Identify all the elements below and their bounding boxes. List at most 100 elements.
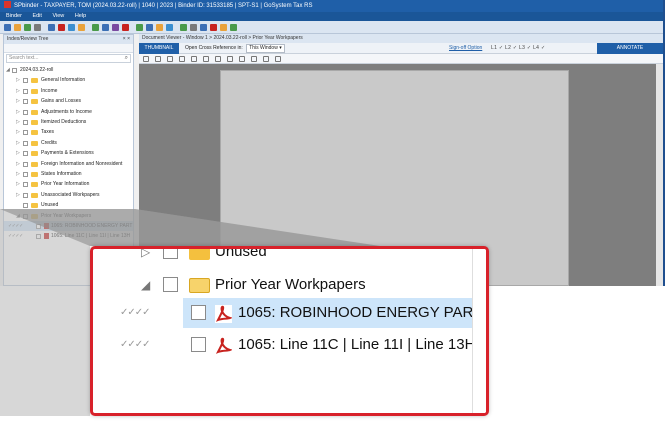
- checkbox[interactable]: [23, 140, 28, 146]
- excel-icon[interactable]: [92, 24, 99, 31]
- menu-help[interactable]: Help: [75, 13, 86, 19]
- check-icon[interactable]: [230, 24, 237, 31]
- pdf-icon[interactable]: [58, 24, 65, 31]
- checkbox[interactable]: [23, 172, 28, 177]
- note-icon[interactable]: [156, 24, 163, 31]
- collapse-chevron-icon[interactable]: ◢: [6, 65, 11, 75]
- menu-binder[interactable]: Binder: [6, 13, 22, 19]
- zoom-document-row[interactable]: ✓✓✓✓ 1065: ROBINHOOD ENERGY PART: [93, 298, 486, 328]
- panel-close-icon[interactable]: × ×: [123, 35, 130, 44]
- checkbox[interactable]: [23, 120, 28, 125]
- tree-folder-row[interactable]: ▷ Taxes: [4, 127, 133, 137]
- folder-icon: [31, 99, 38, 105]
- zoom-callout: ▷ Unused ◢ Prior Year Workpapers ✓✓✓✓ 1065: R…: [90, 246, 489, 416]
- menu-view[interactable]: View: [52, 13, 64, 19]
- tree-search-input[interactable]: Search text... ⌕: [6, 54, 131, 63]
- checkbox[interactable]: [12, 68, 17, 73]
- thumbnail-tab[interactable]: THUMBNAIL: [139, 43, 179, 54]
- tree-folder-row[interactable]: ▷ States Information: [4, 169, 133, 179]
- save-icon[interactable]: [4, 24, 11, 31]
- hand-tool-icon[interactable]: [239, 56, 245, 62]
- menu-edit[interactable]: Edit: [32, 13, 41, 19]
- expand-chevron-icon[interactable]: ▷: [16, 107, 21, 117]
- last-page-icon[interactable]: [227, 56, 233, 62]
- checkbox[interactable]: [23, 151, 28, 157]
- info-icon[interactable]: [275, 56, 281, 62]
- tree-folder-row[interactable]: ▷ Payments & Extensions: [4, 148, 133, 158]
- expanded-chevron-icon[interactable]: ◢: [141, 270, 150, 300]
- signoff-icon[interactable]: [136, 24, 143, 31]
- prev-page-icon[interactable]: [203, 56, 209, 62]
- zoom-folder-row[interactable]: ◢ Prior Year Workpapers: [93, 270, 486, 300]
- tree-folder-row[interactable]: ▷ General Information: [4, 75, 133, 85]
- checkbox[interactable]: [191, 305, 206, 320]
- expand-chevron-icon[interactable]: ▷: [16, 179, 21, 189]
- checkbox[interactable]: [23, 161, 28, 167]
- first-page-icon[interactable]: [191, 56, 197, 62]
- expand-chevron-icon[interactable]: ▷: [16, 117, 21, 127]
- fit-page-icon[interactable]: [143, 56, 149, 62]
- checkbox[interactable]: [23, 88, 28, 94]
- tree-folder-row[interactable]: ▷ Itemized Deductions: [4, 117, 133, 127]
- review-icon[interactable]: [146, 24, 153, 31]
- checkbox[interactable]: [163, 249, 178, 259]
- rotate-icon[interactable]: [179, 56, 185, 62]
- checkbox[interactable]: [23, 182, 28, 188]
- expand-chevron-icon[interactable]: ▷: [141, 249, 150, 267]
- flag-icon[interactable]: [210, 24, 217, 31]
- search-icon[interactable]: [166, 24, 173, 31]
- zoom-in-icon[interactable]: [155, 56, 161, 62]
- print-icon[interactable]: [34, 24, 41, 31]
- folder-icon[interactable]: [78, 24, 85, 31]
- checkbox[interactable]: [23, 78, 28, 84]
- tree-folder-row[interactable]: ▷ Income: [4, 86, 133, 96]
- link-icon[interactable]: [200, 24, 207, 31]
- copy-icon[interactable]: [48, 24, 55, 31]
- expand-chevron-icon[interactable]: ▷: [16, 190, 21, 200]
- scan-icon[interactable]: [112, 24, 119, 31]
- open-icon[interactable]: [14, 24, 21, 31]
- expand-chevron-icon[interactable]: ▷: [16, 127, 21, 137]
- search-icon[interactable]: ⌕: [125, 55, 128, 62]
- expand-chevron-icon[interactable]: ▷: [16, 75, 21, 85]
- tree-folder-row[interactable]: ▷ Prior Year Information: [4, 179, 133, 189]
- word-icon[interactable]: [102, 24, 109, 31]
- cross-ref-select[interactable]: This Window ▾: [246, 44, 285, 53]
- refresh-icon[interactable]: [24, 24, 31, 31]
- delete-icon[interactable]: [122, 24, 129, 31]
- expand-chevron-icon[interactable]: ▷: [16, 86, 21, 96]
- expand-chevron-icon[interactable]: ▷: [16, 148, 21, 158]
- expand-chevron-icon[interactable]: ▷: [16, 138, 21, 148]
- expand-chevron-icon[interactable]: ▷: [16, 169, 21, 179]
- cross-ref-control: Open Cross Reference in: This Window ▾: [185, 43, 285, 54]
- signoff-levels[interactable]: L1 ✓ L2 ✓ L3 ✓ L4 ✓: [491, 43, 545, 54]
- tree-root-row[interactable]: ◢ 2024.03.22-roll: [4, 65, 133, 75]
- tree-folder-row[interactable]: ▷ Gains and Losses: [4, 96, 133, 106]
- checkbox[interactable]: [163, 277, 178, 292]
- settings-icon[interactable]: [190, 24, 197, 31]
- expand-chevron-icon[interactable]: ▷: [16, 159, 21, 169]
- pointer-icon[interactable]: [263, 56, 269, 62]
- expand-chevron-icon[interactable]: ▷: [16, 96, 21, 106]
- checkbox[interactable]: [23, 192, 28, 198]
- zoom-document-row[interactable]: ✓✓✓✓ 1065: Line 11C | Line 11I | Line 13H: [93, 330, 486, 360]
- checkbox[interactable]: [23, 130, 28, 136]
- checkbox[interactable]: [191, 337, 206, 352]
- checkbox[interactable]: [23, 203, 28, 209]
- tree-folder-row[interactable]: ▷ Foreign Information and Nonresident: [4, 159, 133, 169]
- tree-folder-row[interactable]: ▷ Credits: [4, 138, 133, 148]
- signoff-option-link[interactable]: Sign-off Option: [449, 43, 482, 54]
- checkbox[interactable]: [23, 109, 28, 115]
- tree-folder-row[interactable]: ▷ Unassociated Workpapers: [4, 190, 133, 200]
- checkbox[interactable]: [23, 99, 28, 105]
- export-icon[interactable]: [180, 24, 187, 31]
- select-tool-icon[interactable]: [251, 56, 257, 62]
- import-icon[interactable]: [68, 24, 75, 31]
- annotate-button[interactable]: ANNOTATE: [597, 43, 663, 54]
- zoom-folder-row[interactable]: ▷ Unused: [93, 249, 486, 267]
- tree-item-label: Foreign Information and Nonresident: [41, 160, 123, 167]
- zoom-out-icon[interactable]: [167, 56, 173, 62]
- lock-icon[interactable]: [220, 24, 227, 31]
- next-page-icon[interactable]: [215, 56, 221, 62]
- tree-folder-row[interactable]: ▷ Adjustments to Income: [4, 107, 133, 117]
